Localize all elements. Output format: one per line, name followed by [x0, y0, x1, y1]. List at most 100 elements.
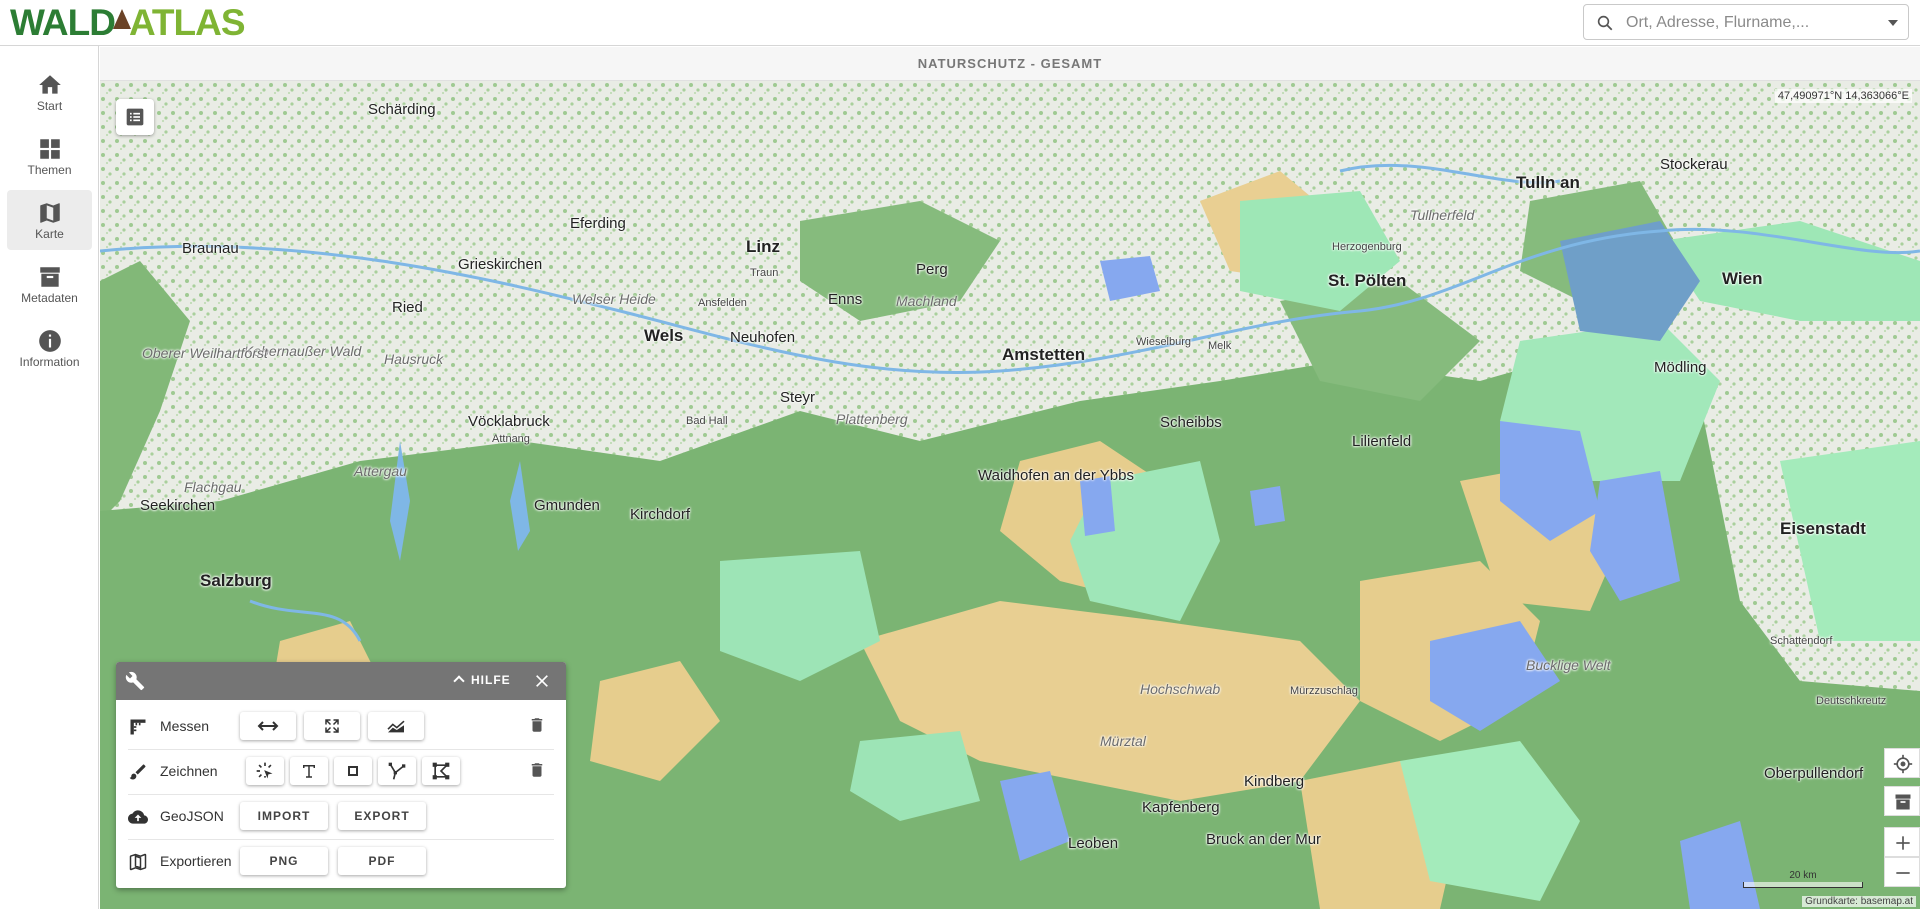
- map-title: NATURSCHUTZ - GESAMT: [100, 47, 1920, 81]
- place-label: Schattendorf: [1770, 635, 1833, 647]
- metadata-button[interactable]: [1884, 786, 1920, 816]
- region-label: Plattenberg: [836, 411, 908, 427]
- nav-item-metadaten[interactable]: Metadaten: [7, 254, 92, 314]
- place-label: Bad Hall: [686, 415, 728, 427]
- measure-distance-button[interactable]: [240, 712, 296, 740]
- place-label: Schärding: [368, 101, 436, 118]
- nav-item-information[interactable]: Information: [7, 318, 92, 378]
- scale-bar: 20 km: [1743, 870, 1863, 888]
- place-label: Wieselburg: [1136, 336, 1192, 348]
- expand-icon: [325, 719, 339, 733]
- place-label: Wien: [1722, 269, 1763, 288]
- place-label: Salzburg: [200, 571, 272, 590]
- place-label: Enns: [828, 291, 863, 308]
- trash-icon[interactable]: [528, 716, 546, 739]
- help-label: HILFE: [471, 673, 511, 687]
- nav-item-start[interactable]: Start: [7, 62, 92, 122]
- tool-label: Messen: [160, 718, 210, 734]
- place-label: Braunau: [182, 240, 239, 257]
- place-label: Mürzzuschlag: [1290, 685, 1358, 697]
- place-label: Tulln an: [1516, 173, 1580, 192]
- place-label: Melk: [1208, 340, 1232, 352]
- export-button[interactable]: EXPORT: [338, 802, 426, 830]
- tool-row-exportieren: Exportieren PNG PDF: [116, 840, 566, 884]
- region-label: Hochschwab: [1140, 681, 1221, 697]
- tool-row-geojson: GeoJSON IMPORT EXPORT: [116, 795, 566, 839]
- tool-row-zeichnen: Zeichnen: [116, 750, 566, 794]
- export-png-button[interactable]: PNG: [240, 847, 328, 875]
- place-label: Lilienfeld: [1352, 433, 1412, 450]
- polyline-icon: [388, 762, 406, 780]
- select-cursor-icon: [256, 762, 273, 779]
- draw-line-button[interactable]: [378, 757, 416, 785]
- place-label: Gmunden: [534, 497, 600, 514]
- search-input[interactable]: [1624, 11, 1878, 35]
- place-label: Ried: [392, 299, 423, 316]
- search-icon: [1596, 14, 1614, 37]
- place-label: Kirchdorf: [630, 506, 691, 523]
- nav-item-karte[interactable]: Karte: [7, 190, 92, 250]
- info-icon: [38, 330, 61, 352]
- zoom-out-button[interactable]: [1884, 857, 1920, 887]
- close-icon[interactable]: [534, 673, 550, 694]
- plus-icon: [1896, 836, 1910, 850]
- place-label: Kindberg: [1244, 773, 1305, 790]
- chevron-up-icon: [453, 675, 465, 687]
- chevron-down-icon[interactable]: [1888, 20, 1898, 26]
- cloud-upload-icon: [128, 807, 148, 832]
- legend-button[interactable]: [116, 99, 154, 135]
- import-button[interactable]: IMPORT: [240, 802, 328, 830]
- zoom-in-button[interactable]: [1884, 827, 1920, 857]
- region-label: Mürztal: [1100, 733, 1146, 749]
- app-header: WALD ATLAS: [0, 0, 1920, 46]
- place-label: Seekirchen: [140, 497, 216, 514]
- draw-select-button[interactable]: [246, 757, 284, 785]
- place-label: St. Pölten: [1328, 271, 1407, 290]
- draw-text-button[interactable]: [290, 757, 328, 785]
- attribution: Grundkarte: basemap.at: [1802, 896, 1916, 907]
- elevation-icon: [387, 720, 405, 733]
- map-icon: [128, 852, 148, 877]
- trash-icon[interactable]: [528, 761, 546, 784]
- point-icon: [348, 766, 358, 776]
- locate-button[interactable]: [1884, 748, 1920, 778]
- nav-item-themen[interactable]: Themen: [7, 126, 92, 186]
- logo-part1: WALD: [10, 2, 116, 43]
- place-label: Wels: [644, 326, 684, 345]
- measure-profile-button[interactable]: [368, 712, 424, 740]
- measure-area-button[interactable]: [304, 712, 360, 740]
- scale-label: 20 km: [1789, 870, 1817, 881]
- help-toggle[interactable]: HILFE: [453, 673, 511, 687]
- export-pdf-button[interactable]: PDF: [338, 847, 426, 875]
- nav-label: Themen: [27, 163, 72, 177]
- tools-panel: HILFE Messen Zeichnen GeoJSON IMPORT EXP…: [116, 662, 566, 888]
- sidebar-nav: Start Themen Karte Metadaten Information: [0, 46, 99, 909]
- region-label: Oberer Weilhartforst: [142, 345, 268, 361]
- place-label: Eferding: [570, 215, 626, 232]
- place-label: Ansfelden: [698, 297, 747, 309]
- brush-icon: [128, 762, 148, 787]
- draw-polygon-button[interactable]: [422, 757, 460, 785]
- place-label: Kapfenberg: [1142, 799, 1220, 816]
- draw-point-button[interactable]: [334, 757, 372, 785]
- place-label: Oberpullendorf: [1764, 765, 1864, 782]
- place-label: Linz: [746, 237, 780, 256]
- place-label: Stockerau: [1660, 156, 1728, 173]
- nav-label: Karte: [35, 227, 64, 241]
- region-label: Attergau: [354, 463, 407, 479]
- place-label: Neuhofen: [730, 329, 796, 346]
- place-label: Mödling: [1654, 359, 1707, 376]
- grid-icon: [39, 139, 60, 159]
- tools-panel-header: HILFE: [116, 662, 566, 700]
- arrow-horizontal-icon: [257, 721, 279, 731]
- ruler-icon: [128, 717, 148, 742]
- search-box[interactable]: [1583, 4, 1909, 40]
- waldatlas-logo[interactable]: WALD ATLAS: [10, 2, 246, 44]
- place-label: Waidhofen an der Ybbs: [978, 467, 1134, 484]
- place-label: Deutschkreutz: [1816, 695, 1887, 707]
- minus-icon: [1896, 872, 1910, 874]
- place-label: Scheibbs: [1160, 414, 1222, 431]
- tool-row-messen: Messen: [116, 705, 566, 749]
- text-icon: [303, 765, 315, 778]
- nav-label: Start: [36, 99, 63, 113]
